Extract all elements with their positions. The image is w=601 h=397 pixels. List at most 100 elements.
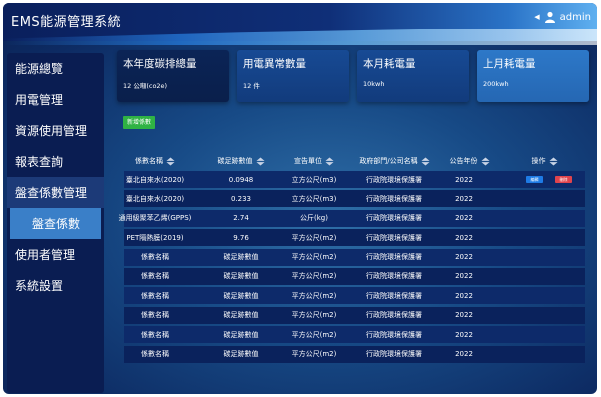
cell-year: 2022 — [455, 272, 473, 281]
card-value: 12 件 — [243, 82, 260, 90]
coefficient-table-body: 臺北自來水(2020) 0.0948 立方公尺(m3) 行政院環境保護署 202… — [119, 171, 585, 365]
table-row[interactable]: 係數名稱 碳足跡數值 平方公尺(m2) 行政院環境保護署 2022 — [124, 306, 585, 324]
card-title: 上月耗電量 — [483, 58, 536, 70]
cell-name: PET隔熱膜(2019) — [126, 233, 184, 242]
card-title: 本月耗電量 — [363, 58, 416, 70]
table-row[interactable]: 係數名稱 碳足跡數值 平方公尺(m2) 行政院環境保護署 2022 — [124, 287, 585, 305]
cell-carbon-value: 0.0948 — [228, 175, 254, 184]
cell-year: 2022 — [455, 291, 473, 300]
cell-agency: 行政院環境保護署 — [366, 214, 422, 223]
cell-carbon-value: 2.74 — [233, 214, 249, 223]
column-header-label: 操作 — [531, 157, 546, 165]
column-header-carbon-value[interactable]: 碳足跡數值 — [206, 153, 276, 169]
sort-icon[interactable] — [255, 156, 265, 166]
column-header-unit[interactable]: 宣告單位 — [284, 153, 344, 169]
cell-name: 臺北自來水(2020) — [125, 194, 185, 203]
card-value: 10kwh — [363, 80, 385, 88]
cell-name: 係數名稱 — [141, 272, 169, 281]
cell-year: 2022 — [455, 330, 473, 339]
cell-agency: 行政院環境保護署 — [366, 330, 422, 339]
summary-cards: 本年度碳排總量 12 公噸(co2e) 用電異常數量 12 件 本月耗電量 10… — [117, 50, 589, 102]
column-header-label: 公告年份 — [449, 157, 478, 165]
app-window: EMS能源管理系統 ◀ admin 能源總覽 用電管理 資源使用管理 報表查詢 … — [3, 3, 597, 394]
cell-unit: 平方公尺(m2) — [291, 350, 337, 359]
add-coefficient-button[interactable]: 新增係數 — [123, 116, 156, 129]
cell-agency: 行政院環境保護署 — [366, 233, 422, 242]
cell-agency: 行政院環境保護署 — [366, 253, 422, 262]
cell-carbon-value: 碳足跡數值 — [223, 330, 259, 339]
cell-year: 2022 — [455, 233, 473, 242]
cell-year: 2022 — [455, 253, 473, 262]
table-row[interactable]: PET隔熱膜(2019) 9.76 平方公尺(m2) 行政院環境保護署 2022 — [124, 229, 585, 247]
cell-carbon-value: 0.233 — [230, 194, 252, 203]
cell-carbon-value: 碳足跡數值 — [223, 253, 259, 262]
cell-unit: 立方公尺(m3) — [291, 175, 337, 184]
cell-name: 係數名稱 — [141, 291, 169, 300]
cell-unit: 平方公尺(m2) — [291, 233, 337, 242]
cell-carbon-value: 碳足跡數值 — [223, 291, 259, 300]
card-title: 用電異常數量 — [243, 58, 306, 70]
table-row[interactable]: 通用級聚苯乙烯(GPPS) 2.74 公斤(kg) 行政院環境保護署 2022 — [119, 209, 585, 227]
card-last-month-power: 上月耗電量 200kwh — [477, 50, 589, 102]
cell-unit: 平方公尺(m2) — [291, 311, 337, 320]
cell-name: 係數名稱 — [141, 311, 169, 320]
sidebar-item-label: 報表查詢 — [15, 155, 64, 169]
cell-unit: 平方公尺(m2) — [291, 253, 337, 262]
table-row[interactable]: 臺北自來水(2020) 0.233 立方公尺(m3) 行政院環境保護署 2022 — [124, 190, 585, 208]
sidebar-item-user-management[interactable]: 使用者管理 — [7, 239, 104, 270]
cell-unit: 立方公尺(m3) — [291, 194, 337, 203]
card-value: 12 公噸(co2e) — [123, 82, 168, 90]
sort-icon[interactable] — [166, 156, 175, 166]
username: admin — [559, 11, 591, 23]
cell-unit: 公斤(kg) — [300, 214, 328, 223]
column-header-label: 宣告單位 — [294, 157, 322, 165]
card-power-anomalies: 用電異常數量 12 件 — [237, 50, 349, 102]
cell-unit: 平方公尺(m2) — [291, 330, 337, 339]
table-row[interactable]: 係數名稱 碳足跡數值 平方公尺(m2) 行政院環境保護署 2022 — [124, 345, 585, 363]
sidebar-subitem-coefficients[interactable]: 盤查係數 — [10, 208, 101, 239]
sidebar-item-system-settings[interactable]: 系統設置 — [7, 270, 104, 301]
delete-button[interactable]: 刪除 — [555, 176, 572, 183]
sidebar-item-reports[interactable]: 報表查詢 — [7, 146, 104, 177]
cell-name: 係數名稱 — [141, 330, 169, 339]
cell-agency: 行政院環境保護署 — [366, 194, 422, 203]
cell-name: 係數名稱 — [141, 350, 169, 359]
cell-carbon-value: 碳足跡數值 — [223, 272, 259, 281]
column-header-label: 碳足跡數值 — [217, 157, 253, 165]
sidebar-item-label: 系統設置 — [15, 279, 64, 293]
sidebar-item-label: 資源使用管理 — [15, 124, 88, 138]
cell-agency: 行政院環境保護署 — [366, 311, 422, 320]
card-annual-carbon: 本年度碳排總量 12 公噸(co2e) — [117, 50, 229, 102]
sidebar-item-coefficient-management[interactable]: 盤查係數管理 — [7, 177, 104, 208]
caret-left-icon[interactable]: ◀ — [534, 13, 539, 21]
sort-icon[interactable] — [548, 156, 558, 166]
edit-button[interactable]: 編輯 — [526, 176, 543, 183]
sidebar-item-label: 使用者管理 — [15, 248, 76, 262]
table-row[interactable]: 臺北自來水(2020) 0.0948 立方公尺(m3) 行政院環境保護署 202… — [124, 171, 585, 188]
cell-year: 2022 — [455, 214, 473, 223]
sort-icon[interactable] — [480, 156, 490, 166]
sort-icon[interactable] — [325, 156, 334, 166]
column-header-agency[interactable]: 政府部門/公司名稱 — [352, 153, 437, 169]
column-header-actions[interactable]: 操作 — [522, 153, 567, 169]
sidebar-item-resource-usage[interactable]: 資源使用管理 — [7, 115, 104, 146]
sidebar-item-label: 盤查係數管理 — [15, 186, 88, 200]
cell-carbon-value: 碳足跡數值 — [223, 311, 259, 320]
table-row[interactable]: 係數名稱 碳足跡數值 平方公尺(m2) 行政院環境保護署 2022 — [124, 248, 585, 266]
card-title: 本年度碳排總量 — [123, 58, 197, 70]
cell-name: 臺北自來水(2020) — [125, 175, 185, 184]
sidebar-item-electricity[interactable]: 用電管理 — [7, 84, 104, 115]
cell-carbon-value: 碳足跡數值 — [223, 350, 259, 359]
user-icon — [544, 11, 555, 23]
cell-agency: 行政院環境保護署 — [366, 175, 422, 184]
sidebar-item-label: 能源總覽 — [15, 62, 64, 76]
column-header-name[interactable]: 係數名稱 — [124, 153, 186, 169]
column-header-year[interactable]: 公告年份 — [442, 153, 497, 169]
cell-year: 2022 — [455, 194, 473, 203]
sidebar-item-energy-overview[interactable]: 能源總覽 — [7, 53, 104, 84]
sort-icon[interactable] — [421, 156, 430, 166]
table-row[interactable]: 係數名稱 碳足跡數值 平方公尺(m2) 行政院環境保護署 2022 — [124, 267, 585, 285]
user-menu[interactable]: ◀ admin — [534, 11, 591, 23]
table-row[interactable]: 係數名稱 碳足跡數值 平方公尺(m2) 行政院環境保護署 2022 — [124, 326, 585, 344]
cell-agency: 行政院環境保護署 — [366, 350, 422, 359]
